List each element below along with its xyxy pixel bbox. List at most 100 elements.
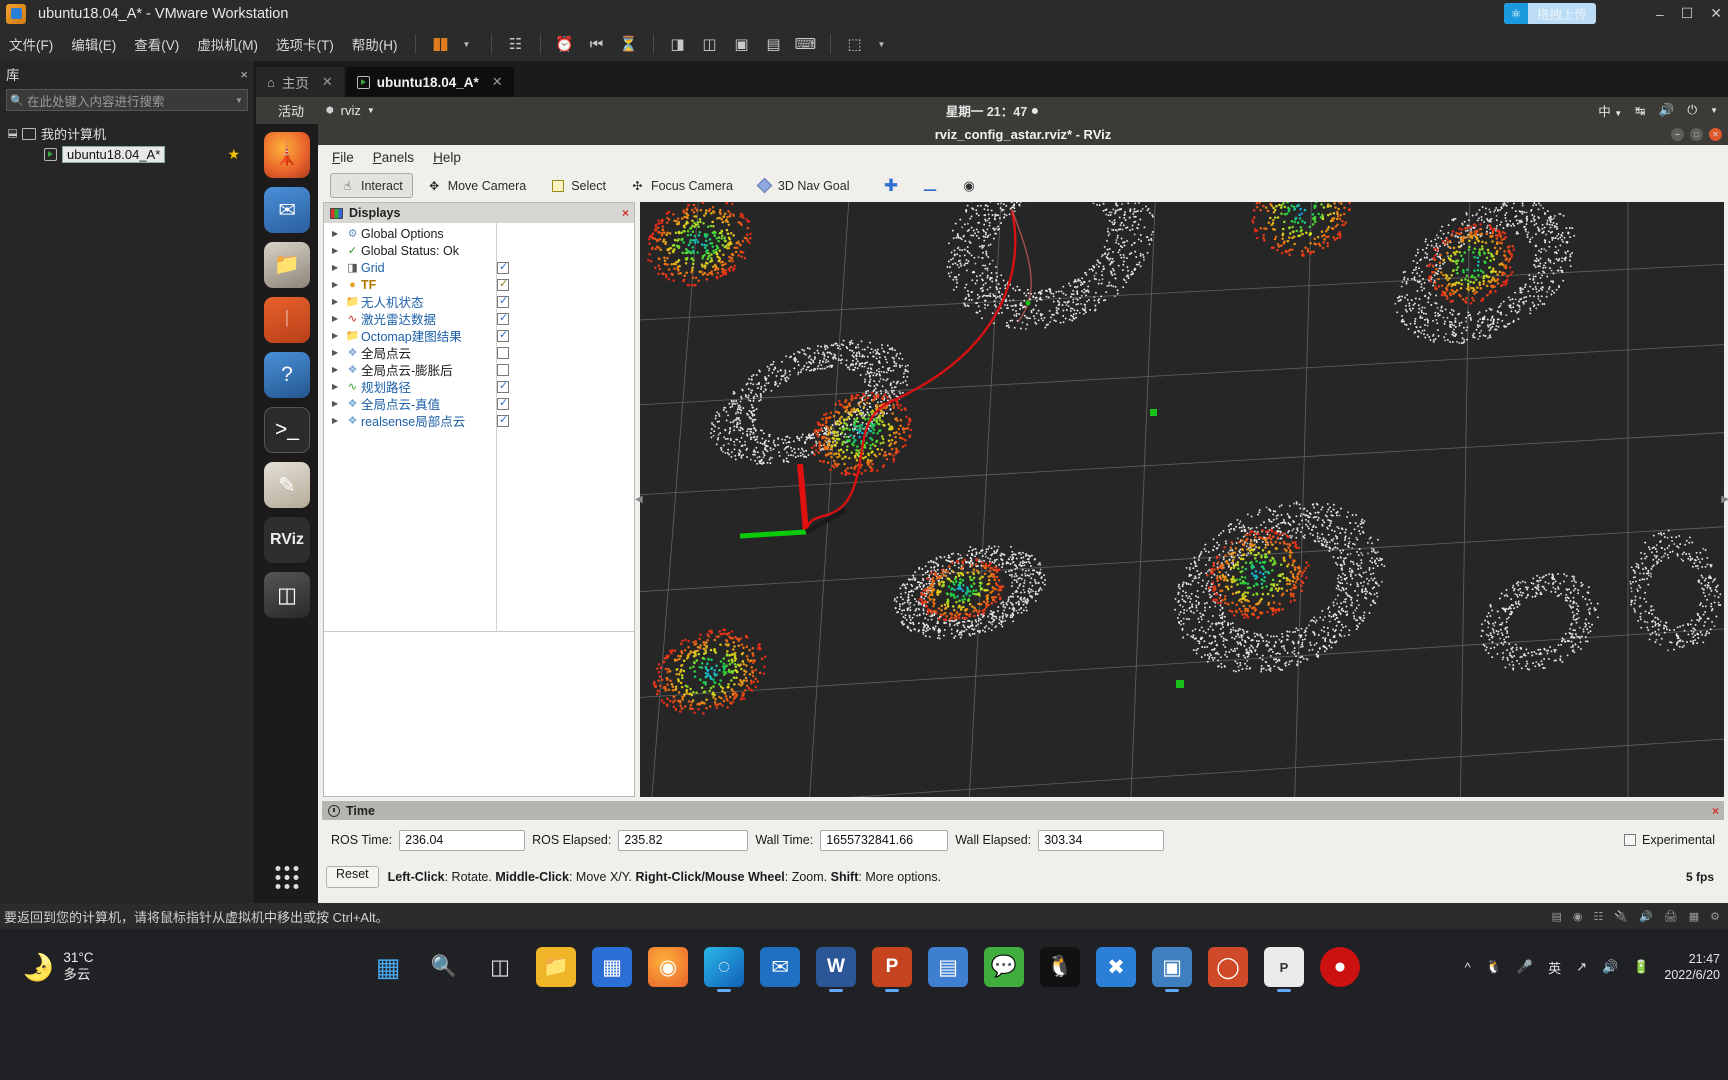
tree-item-my-computer[interactable]: ▬ 我的计算机 [0, 123, 254, 144]
tool-select[interactable]: Select [540, 173, 616, 198]
display-item-realsense-local-cloud[interactable]: ▶ ❖ realsense局部点云 [324, 412, 634, 429]
expand-arrow-icon[interactable]: ▶ [332, 416, 344, 425]
display-item-laser-data[interactable]: ▶ ∿ 激光雷达数据 [324, 310, 634, 327]
display-item-global-cloud-truth[interactable]: ▶ ❖ 全局点云-真值 [324, 395, 634, 412]
pixamp-icon[interactable]: P [1264, 947, 1304, 992]
tool-move-camera[interactable]: ✥ Move Camera [417, 173, 537, 198]
library-search-box[interactable]: 🔍 在此处键入内容进行搜索 ▼ [6, 89, 248, 111]
expand-arrow-icon[interactable]: ▶ [332, 331, 344, 340]
fullscreen-dropdown-icon[interactable]: ▼ [869, 32, 895, 56]
chevron-down-icon[interactable]: ▼ [231, 96, 247, 105]
display-item-octomap[interactable]: ▶ 📁 Octomap建图结果 [324, 327, 634, 344]
show-bottom-pane-icon[interactable]: ◫ [697, 32, 723, 56]
fit-guest-icon[interactable]: ▣ [729, 32, 755, 56]
volume-icon[interactable]: 🔊 [1659, 103, 1675, 118]
menu-vm[interactable]: 虚拟机(M) [188, 34, 267, 54]
displays-close-icon[interactable]: × [622, 206, 629, 220]
right-pane-expand-handle[interactable]: ▶ [1721, 494, 1728, 505]
show-applications-icon[interactable] [275, 866, 299, 889]
expand-arrow-icon[interactable]: ▶ [332, 280, 344, 289]
printer-icon[interactable]: 🖨 [1664, 910, 1678, 923]
manage-snapshots-icon[interactable]: ⏳ [616, 32, 642, 56]
library-close-icon[interactable]: × [240, 67, 248, 82]
display-checkbox[interactable] [497, 379, 509, 393]
tool-nav-goal[interactable]: 3D Nav Goal [747, 173, 860, 198]
taskbar-clock[interactable]: 21:47 2022/6/20 [1664, 951, 1720, 984]
record-icon[interactable]: ● [1320, 947, 1360, 987]
ubuntu-clock[interactable]: 星期一 21：47 [946, 101, 1039, 120]
expand-arrow-icon[interactable]: ▶ [332, 263, 344, 272]
unity-mode-icon[interactable]: ▤ [761, 32, 787, 56]
send-ctrl-alt-del-icon[interactable]: ☷ [503, 32, 529, 56]
display-checkbox[interactable] [497, 277, 509, 291]
task-view-icon[interactable]: ◫ [480, 947, 520, 987]
expand-arrow-icon[interactable]: ▶ [332, 382, 344, 391]
cylinder-app-icon[interactable]: ◯ [1208, 947, 1248, 987]
display-item-planned-path[interactable]: ▶ ∿ 规划路径 [324, 378, 634, 395]
ros-elapsed-field[interactable]: 235.82 [618, 829, 749, 851]
activities-button[interactable]: 活动 [278, 101, 304, 120]
close-button[interactable]: ✕ [1710, 5, 1722, 22]
chevron-down-icon[interactable]: ▼ [367, 106, 375, 115]
rviz-3d-viewport[interactable] [640, 202, 1724, 797]
sound-icon[interactable]: 🔊 [1639, 910, 1653, 923]
restore-button[interactable]: ☐ [1681, 5, 1694, 22]
display-item-global-options[interactable]: ▶ ⚙ Global Options [324, 225, 634, 242]
time-panel-close-icon[interactable]: × [1712, 804, 1719, 818]
file-explorer-icon[interactable]: 📁 [536, 947, 576, 987]
qq-icon[interactable]: 🐧 [1486, 959, 1502, 975]
minimize-button[interactable]: – [1656, 6, 1664, 22]
display-item-tf[interactable]: ▶ ● TF [324, 276, 634, 293]
experimental-toggle[interactable]: Experimental [1624, 833, 1715, 847]
display-item-global-cloud-inflated[interactable]: ▶ ❖ 全局点云-膨胀后 [324, 361, 634, 378]
display-item-uav-status[interactable]: ▶ 📁 无人机状态 [324, 293, 634, 310]
search-icon[interactable]: 🔍 [424, 947, 464, 987]
software-center-icon[interactable]: 𝄀 [264, 297, 310, 343]
rviz-minimize-button[interactable]: – [1671, 128, 1684, 141]
reset-button[interactable]: Reset [326, 866, 379, 888]
battery-icon[interactable]: 🔋 [1633, 959, 1649, 975]
terminal-icon[interactable]: >_ [264, 407, 310, 453]
display-checkbox[interactable] [497, 396, 509, 410]
start-icon[interactable]: ▦ [368, 947, 408, 987]
power-icon[interactable]: ⏻ [1687, 103, 1697, 118]
tool-measure-button[interactable]: ◉ [951, 173, 986, 198]
text-editor-icon[interactable]: ✎ [264, 462, 310, 508]
pause-dropdown-icon[interactable]: ▼ [454, 32, 480, 56]
display-checkbox[interactable] [497, 363, 509, 376]
expand-arrow-icon[interactable]: ▶ [332, 314, 344, 323]
input-lang-icon[interactable]: 英 [1548, 958, 1561, 977]
rviz-menu-panels[interactable]: Panels [373, 150, 414, 165]
display-checkbox[interactable] [497, 311, 509, 325]
current-app-menu[interactable]: ⬢ rviz ▼ [326, 103, 375, 118]
favorite-star-icon[interactable]: ★ [227, 146, 240, 163]
rviz-menu-file[interactable]: File [332, 150, 354, 165]
display-item-global-cloud[interactable]: ▶ ❖ 全局点云 [324, 344, 634, 361]
word-icon[interactable]: W [816, 947, 856, 992]
console-view-icon[interactable]: ⌨ [793, 32, 819, 56]
menu-view[interactable]: 查看(V) [125, 34, 188, 54]
wall-elapsed-field[interactable]: 303.34 [1038, 829, 1165, 851]
tab-ubuntu[interactable]: ubuntu18.04_A* ✕ [345, 67, 514, 97]
chevron-up-icon[interactable]: ^ [1465, 960, 1471, 975]
mail-icon[interactable]: ✉ [760, 947, 800, 987]
tool-focus-camera[interactable]: ✣ Focus Camera [620, 173, 743, 198]
rviz-close-button[interactable]: ✕ [1709, 128, 1722, 141]
pause-icon[interactable]: ▮▮ [427, 32, 453, 56]
expand-arrow-icon[interactable]: ▶ [332, 348, 344, 357]
network-adapter-icon[interactable]: ☷ [1593, 910, 1603, 923]
expand-arrow-icon[interactable]: ▶ [332, 297, 344, 306]
wall-time-field[interactable]: 1655732841.66 [820, 829, 949, 851]
show-left-pane-icon[interactable]: ◨ [665, 32, 691, 56]
vscode-icon[interactable]: ✖ [1096, 947, 1136, 987]
tool-add-icon-button[interactable]: ✚ [873, 173, 908, 198]
display-checkbox[interactable] [497, 413, 509, 427]
hdd-icon[interactable]: ▤ [1551, 910, 1561, 923]
display-adapter-icon[interactable]: ▦ [1689, 910, 1699, 923]
network-icon[interactable]: ↹ [1635, 103, 1645, 118]
store-icon[interactable]: ▦ [592, 947, 632, 987]
expand-arrow-icon[interactable]: ▶ [332, 229, 344, 238]
files-icon[interactable]: 📁 [264, 242, 310, 288]
qq-taskbar-icon[interactable]: 🐧 [1040, 947, 1080, 987]
expand-arrow-icon[interactable]: ▶ [332, 246, 344, 255]
